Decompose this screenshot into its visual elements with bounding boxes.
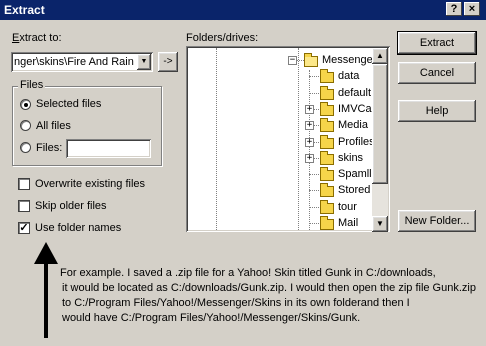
tree-item-label[interactable]: tour	[338, 201, 357, 213]
tree-item-label[interactable]: default	[338, 87, 371, 99]
folder-icon	[320, 101, 334, 116]
files-label[interactable]: Files:	[36, 142, 62, 154]
use-folder-names-checkbox[interactable]: ✓	[18, 222, 30, 234]
tree-item-label[interactable]: Stored	[338, 184, 370, 196]
folder-tree[interactable]: − Messenger data default + IMVCa + Media + Profil…	[186, 46, 390, 232]
tree-expander-icon[interactable]: −	[288, 56, 297, 65]
annotation-line-2: it would be located as C:/downloads/Gunk…	[62, 282, 476, 294]
folder-icon	[304, 53, 318, 67]
selected-files-radio[interactable]	[20, 99, 31, 110]
tree-expander-icon[interactable]: +	[305, 137, 314, 147]
tree-item-label[interactable]: Media	[338, 119, 368, 131]
files-radio[interactable]	[20, 142, 31, 153]
tree-item-label[interactable]: Messenger	[322, 54, 372, 66]
folders-label: Folders/drives:	[186, 32, 259, 44]
tree-item-label[interactable]: Profiles	[338, 136, 372, 148]
files-pattern-input[interactable]	[66, 139, 151, 158]
tree-item-label[interactable]: skins	[338, 152, 363, 164]
help-button[interactable]: Help	[398, 100, 476, 122]
annotation-line-3: to C:/Program Files/Yahoo!/Messenger/Ski…	[62, 297, 410, 309]
extract-dialog: Extract ? × Extract to: nger\skins\Fire …	[0, 0, 486, 346]
extract-button[interactable]: Extract	[397, 31, 477, 55]
tree-expander-icon[interactable]: +	[305, 104, 314, 114]
window-title: Extract	[4, 3, 45, 17]
all-files-label[interactable]: All files	[36, 120, 71, 132]
folder-tree-scrollbar[interactable]: ▲ ▼	[372, 48, 388, 232]
annotation-text: For example. I saved a .zip file for a Y…	[60, 266, 480, 326]
folder-icon	[320, 85, 334, 100]
tree-expander-icon[interactable]: +	[305, 153, 314, 163]
folder-icon	[320, 183, 334, 198]
cancel-button[interactable]: Cancel	[398, 62, 476, 84]
annotation-line-1: For example. I saved a .zip file for a Y…	[60, 267, 436, 279]
folder-icon	[320, 150, 334, 165]
extract-to-label-text: xtract to:	[19, 32, 62, 44]
dropdown-arrow-icon[interactable]: ▼	[137, 54, 151, 70]
folder-icon	[320, 134, 334, 149]
overwrite-label[interactable]: Overwrite existing files	[35, 178, 145, 190]
help-title-button[interactable]: ?	[446, 2, 462, 16]
scroll-up-icon[interactable]: ▲	[372, 48, 388, 64]
folder-icon	[320, 216, 334, 230]
all-files-radio[interactable]	[20, 120, 31, 131]
tree-expander-icon[interactable]: +	[305, 121, 314, 131]
files-group-label: Files	[18, 79, 46, 91]
close-button[interactable]: ×	[464, 2, 480, 16]
tree-item-label[interactable]: IMVCa	[338, 103, 372, 115]
folder-icon	[320, 118, 334, 133]
extract-to-label: Extract to:	[12, 32, 62, 44]
use-folder-names-label[interactable]: Use folder names	[35, 222, 121, 234]
folder-tree-viewport: − Messenger data default + IMVCa + Media + Profil…	[188, 48, 372, 230]
selected-files-label[interactable]: Selected files	[36, 98, 101, 110]
scroll-down-icon[interactable]: ▼	[372, 216, 388, 232]
skip-older-label[interactable]: Skip older files	[35, 200, 107, 212]
browse-arrow-button[interactable]: ->	[158, 52, 178, 72]
extract-to-combo[interactable]: nger\skins\Fire And Rain ▼	[11, 52, 153, 72]
title-bar: Extract ? ×	[0, 0, 486, 20]
folder-icon	[320, 69, 334, 84]
extract-to-input[interactable]: nger\skins\Fire And Rain	[14, 56, 134, 68]
folder-icon	[320, 167, 334, 182]
folder-icon	[320, 199, 334, 214]
tree-item-label[interactable]: Mail	[338, 217, 358, 229]
annotation-line-4: would have C:/Program Files/Yahoo!/Messe…	[62, 312, 361, 324]
up-arrow-icon	[34, 242, 58, 338]
scroll-thumb[interactable]	[372, 64, 388, 184]
tree-item-label[interactable]: data	[338, 70, 359, 82]
overwrite-checkbox[interactable]	[18, 178, 30, 190]
tree-item-label[interactable]: Spamll	[338, 168, 372, 180]
skip-older-checkbox[interactable]	[18, 200, 30, 212]
new-folder-button[interactable]: New Folder...	[398, 210, 476, 232]
